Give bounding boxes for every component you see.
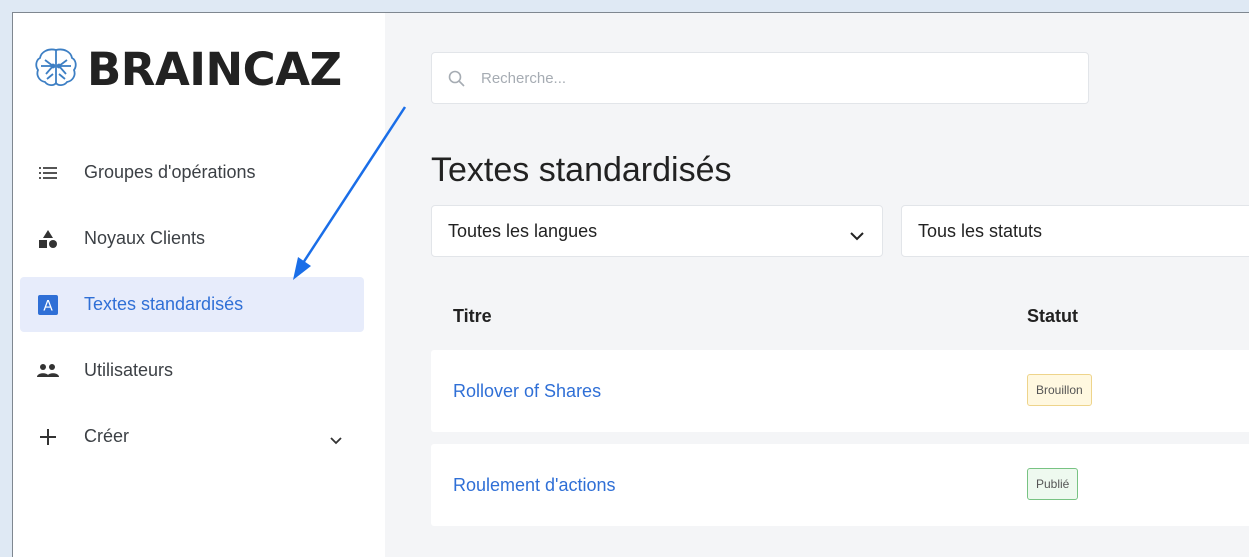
- svg-text:A: A: [43, 298, 53, 314]
- brain-logo-icon: [33, 44, 79, 95]
- search-icon: [448, 70, 465, 87]
- status-badge: Publié: [1027, 468, 1079, 500]
- plus-icon: [36, 428, 60, 445]
- main-content: Textes standardisés Toutes les langues T…: [385, 13, 1249, 557]
- column-header-status[interactable]: Statut: [1027, 306, 1078, 327]
- users-icon: [36, 363, 60, 379]
- table-row[interactable]: Roulement d'actions Publié: [431, 444, 1249, 526]
- search-bar[interactable]: [431, 52, 1089, 104]
- sidebar-item-label: Textes standardisés: [84, 294, 244, 314]
- sidebar-item-label: Groupes d'opérations: [84, 162, 256, 182]
- sidebar-item-creer[interactable]: Créer: [20, 409, 364, 464]
- language-filter-select[interactable]: Toutes les langues: [431, 205, 883, 257]
- language-filter-value: Toutes les langues: [448, 220, 598, 241]
- sidebar-item-utilisateurs[interactable]: Utilisateurs: [20, 343, 364, 398]
- sidebar-item-noyaux-clients[interactable]: Noyaux Clients: [20, 211, 364, 266]
- sidebar-item-label: Noyaux Clients: [84, 228, 206, 248]
- status-filter-value: Tous les statuts: [918, 220, 1043, 241]
- app-window: BRAINCAZ Groupes d'opérations Noyaux Cli…: [12, 12, 1249, 557]
- text-a-icon: A: [36, 294, 60, 315]
- shapes-icon: [36, 229, 60, 249]
- status-filter-select[interactable]: Tous les statuts: [901, 205, 1249, 257]
- column-header-title[interactable]: Titre: [453, 306, 492, 327]
- sidebar-item-groupes[interactable]: Groupes d'opérations: [20, 145, 364, 200]
- status-badge: Brouillon: [1027, 374, 1092, 406]
- page-title: Textes standardisés: [431, 151, 732, 189]
- row-title-link[interactable]: Rollover of Shares: [453, 381, 601, 402]
- sidebar-item-label: Utilisateurs: [84, 360, 174, 380]
- list-icon: [36, 166, 60, 180]
- brand-logo[interactable]: BRAINCAZ: [33, 43, 342, 96]
- search-input[interactable]: [479, 68, 1043, 88]
- sidebar-item-label: Créer: [84, 426, 130, 446]
- row-title-link[interactable]: Roulement d'actions: [453, 475, 616, 496]
- sidebar: BRAINCAZ Groupes d'opérations Noyaux Cli…: [13, 13, 385, 557]
- table-row[interactable]: Rollover of Shares Brouillon: [431, 350, 1249, 432]
- brand-name: BRAINCAZ: [87, 43, 342, 96]
- sidebar-item-textes-standardises[interactable]: A Textes standardisés: [20, 277, 364, 332]
- chevron-down-icon[interactable]: [330, 429, 342, 450]
- chevron-down-icon: [850, 225, 864, 246]
